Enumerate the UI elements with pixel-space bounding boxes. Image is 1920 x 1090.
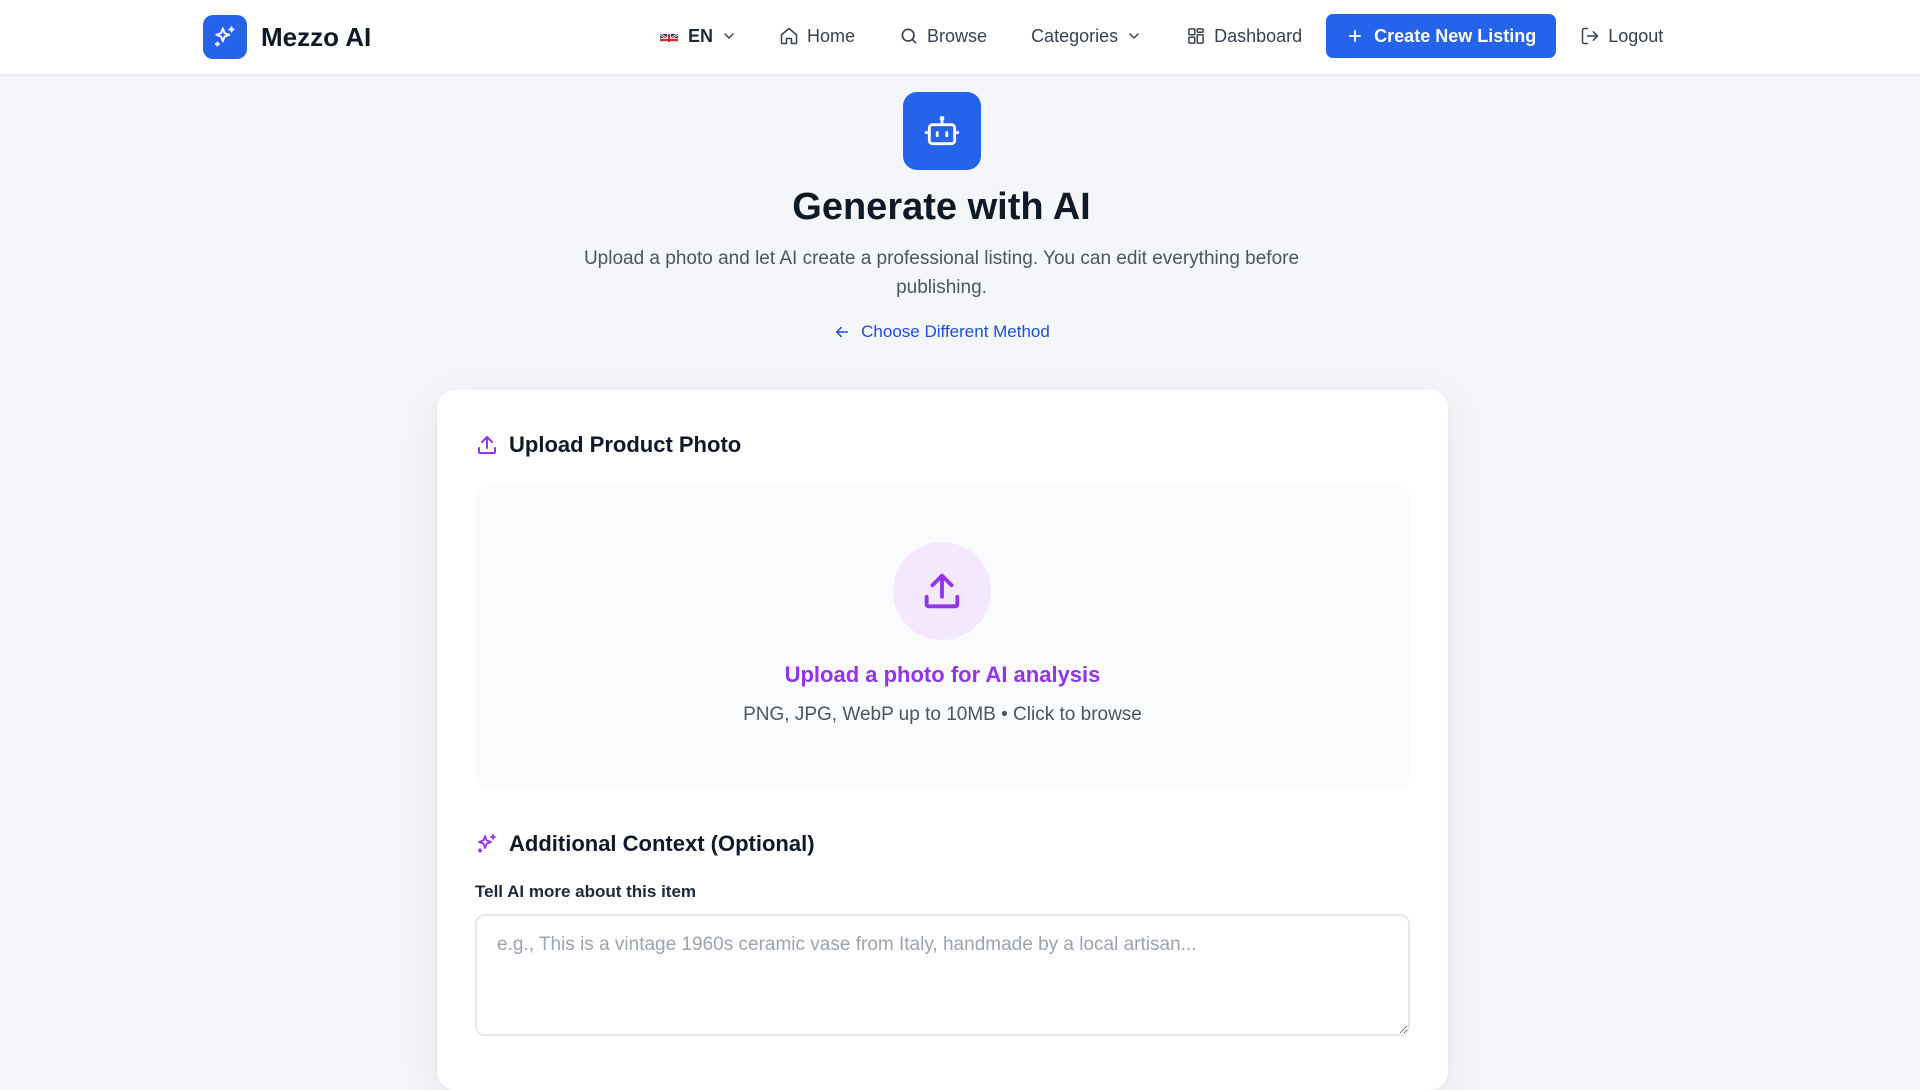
nav-home[interactable]: Home — [769, 14, 865, 58]
chevron-down-icon — [1129, 33, 1139, 39]
additional-context-textarea[interactable] — [475, 914, 1410, 1036]
brand[interactable]: Mezzo AI — [203, 15, 371, 59]
language-selector[interactable]: EN — [650, 14, 747, 58]
back-link-label: Choose Different Method — [861, 322, 1050, 341]
nav-home-label: Home — [807, 25, 856, 46]
create-listing-label: Create New Listing — [1374, 25, 1537, 46]
dropzone-title: Upload a photo for AI analysis — [784, 662, 1101, 687]
logout-label: Logout — [1608, 25, 1664, 46]
sparkles-icon — [203, 15, 247, 59]
brand-name: Mezzo AI — [261, 21, 372, 52]
page-subtitle: Upload a photo and let AI create a profe… — [583, 248, 1300, 298]
uk-flag-icon — [660, 30, 678, 42]
dropzone-hint: PNG, JPG, WebP up to 10MB • Click to bro… — [743, 704, 1142, 725]
nav-browse[interactable]: Browse — [889, 14, 997, 58]
nav-categories[interactable]: Categories — [1021, 14, 1152, 58]
dashboard-grid-icon — [1188, 28, 1204, 44]
nav-categories-label: Categories — [1031, 25, 1119, 46]
context-field-label: Tell AI more about this item — [475, 882, 697, 901]
nav-dashboard[interactable]: Dashboard — [1176, 14, 1312, 58]
plus-icon — [1349, 29, 1362, 43]
language-label: EN — [688, 25, 714, 46]
nav-dashboard-label: Dashboard — [1214, 25, 1303, 46]
upload-section-header: Upload Product Photo — [475, 432, 741, 458]
upload-icon — [893, 542, 991, 640]
chevron-down-icon — [724, 33, 734, 39]
main-nav: EN Home Browse Categories Dashboard Crea… — [650, 14, 1673, 58]
create-listing-button[interactable]: Create New Listing — [1326, 14, 1557, 58]
context-section-header: Additional Context (Optional) — [475, 831, 815, 857]
top-navbar: Mezzo AI EN Home Browse Categories Dashb… — [0, 0, 1920, 75]
logout-icon — [1581, 27, 1599, 45]
generate-form-card: Upload Product Photo Upload a photo for … — [437, 390, 1448, 1090]
arrow-left-icon — [836, 326, 849, 338]
nav-browse-label: Browse — [927, 25, 988, 46]
home-icon — [780, 27, 798, 45]
choose-different-method-link[interactable]: Choose Different Method — [0, 322, 1883, 342]
context-section-title: Additional Context (Optional) — [509, 831, 815, 856]
search-icon — [901, 28, 917, 44]
logout-button[interactable]: Logout — [1570, 14, 1673, 58]
robot-icon — [903, 92, 981, 170]
upload-section-title: Upload Product Photo — [509, 432, 742, 457]
photo-dropzone[interactable]: Upload a photo for AI analysis PNG, JPG,… — [475, 486, 1410, 788]
upload-icon — [478, 436, 496, 454]
page-title: Generate with AI — [792, 186, 1091, 228]
sparkles-icon — [477, 834, 496, 853]
